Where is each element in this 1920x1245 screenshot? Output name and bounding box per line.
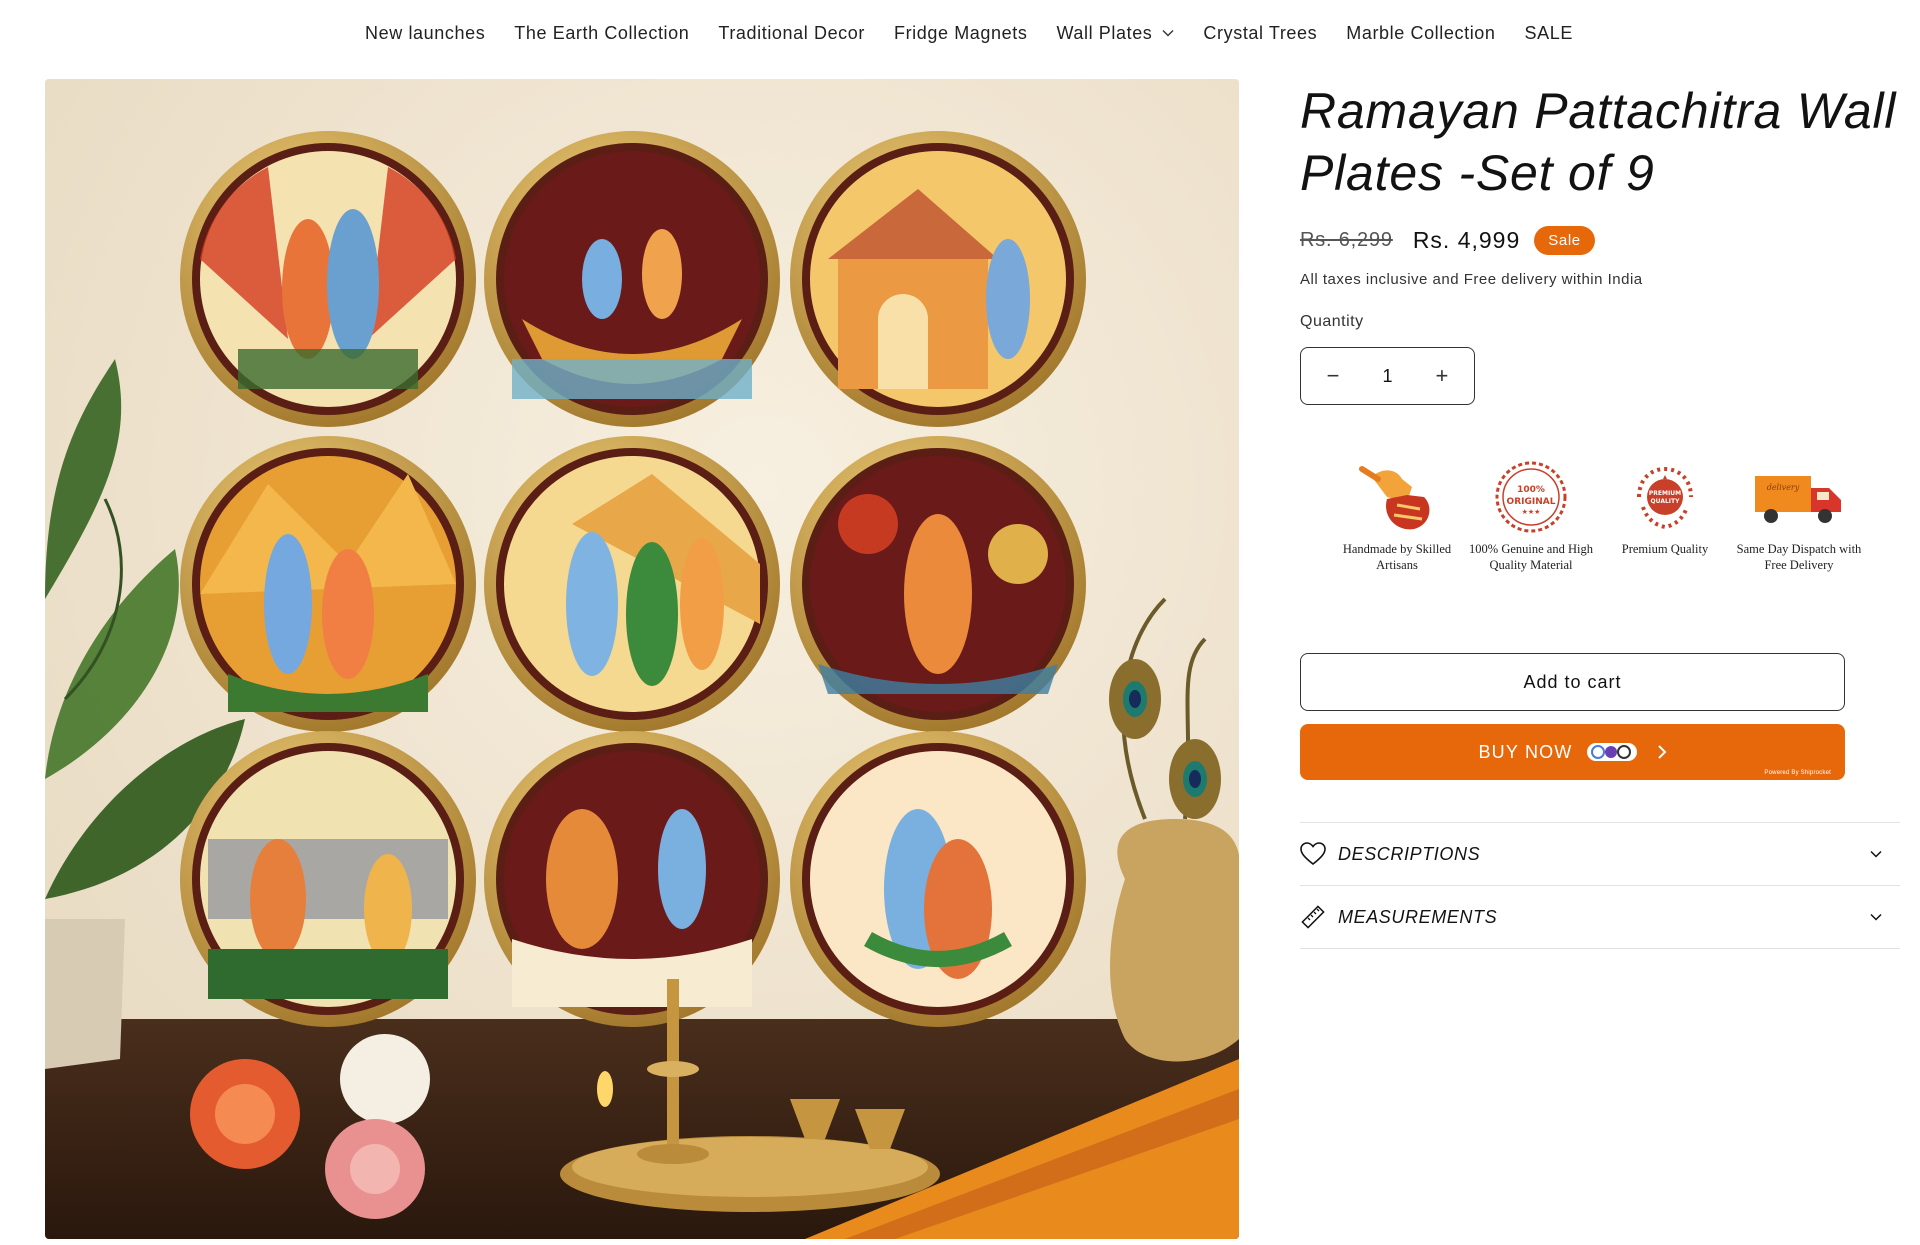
nav-item-traditional-decor[interactable]: Traditional Decor [704, 23, 880, 44]
badge-original-text: 100% Genuine and High Quality Material [1469, 542, 1593, 572]
heart-icon [1300, 842, 1326, 866]
accordion-measurements-label: MEASUREMENTS [1338, 906, 1498, 927]
quantity-decrease-button[interactable]: − [1321, 363, 1345, 389]
ruler-icon [1300, 904, 1326, 930]
nav-item-crystal-trees[interactable]: Crystal Trees [1189, 23, 1332, 44]
quantity-input[interactable]: 1 [1382, 366, 1392, 387]
nav-item-new-launches[interactable]: New launches [351, 23, 500, 44]
buy-now-button[interactable]: BUY NOW Powered By Shiprocket [1300, 724, 1845, 780]
product-accordion: DESCRIPTIONS MEASUREMENTS [1300, 822, 1900, 949]
nav-item-earth-collection[interactable]: The Earth Collection [500, 23, 704, 44]
svg-text:delivery: delivery [1767, 483, 1800, 492]
product-photo-illustration [45, 79, 1239, 1239]
svg-text:PREMIUM: PREMIUM [1649, 490, 1681, 497]
product-info: Ramayan Pattachitra Wall Plates -Set of … [1300, 80, 1900, 949]
badge-handmade: Handmade by Skilled Artisans [1330, 455, 1464, 573]
quantity-increase-button[interactable]: + [1430, 363, 1454, 389]
tax-note: All taxes inclusive and Free delivery wi… [1300, 271, 1643, 288]
chevron-down-icon [1870, 850, 1882, 858]
svg-text:QUALITY: QUALITY [1651, 498, 1681, 505]
nav-item-wall-plates[interactable]: Wall Plates [1042, 23, 1189, 44]
badge-delivery: delivery Same Day Dispatch with Free Del… [1732, 455, 1866, 573]
price-row: Rs. 6,299 Rs. 4,999 Sale [1300, 226, 1900, 255]
badge-delivery-text: Same Day Dispatch with Free Delivery [1736, 542, 1862, 572]
trust-badges: Handmade by Skilled Artisans 100% ORIGIN… [1330, 455, 1900, 573]
svg-text:★★★: ★★★ [1522, 508, 1541, 516]
accordion-measurements[interactable]: MEASUREMENTS [1300, 886, 1900, 949]
handmade-icon [1330, 455, 1464, 539]
top-navigation: New launches The Earth Collection Tradit… [0, 0, 1920, 66]
premium-quality-icon: PREMIUM QUALITY [1598, 455, 1732, 539]
plate-grid [180, 131, 1086, 1027]
svg-text:100%: 100% [1517, 485, 1545, 495]
nav-item-wall-plates-label: Wall Plates [1056, 22, 1153, 43]
accordion-descriptions-label: DESCRIPTIONS [1338, 843, 1481, 864]
original-price: Rs. 6,299 [1300, 229, 1393, 251]
add-to-cart-button[interactable]: Add to cart [1300, 653, 1845, 711]
nav-menu: New launches The Earth Collection Tradit… [351, 23, 1588, 44]
badge-handmade-text: Handmade by Skilled Artisans [1342, 542, 1452, 572]
badge-original: 100% ORIGINAL ★★★ 100% Genuine and High … [1464, 455, 1598, 573]
quantity-stepper: − 1 + [1300, 347, 1475, 405]
chevron-right-icon [1657, 745, 1667, 759]
buy-now-label: BUY NOW [1478, 741, 1573, 762]
badge-premium-text: Premium Quality [1621, 542, 1709, 556]
nav-item-sale[interactable]: SALE [1510, 23, 1587, 44]
product-image[interactable] [45, 79, 1239, 1239]
nav-item-fridge-magnets[interactable]: Fridge Magnets [879, 23, 1041, 44]
sale-price: Rs. 4,999 [1412, 227, 1521, 253]
payment-methods-icon [1586, 742, 1637, 762]
badge-premium: PREMIUM QUALITY Premium Quality [1598, 455, 1732, 573]
nav-item-marble-collection[interactable]: Marble Collection [1332, 23, 1510, 44]
quantity-label: Quantity [1300, 313, 1364, 330]
original-seal-icon: 100% ORIGINAL ★★★ [1464, 455, 1598, 539]
svg-text:ORIGINAL: ORIGINAL [1507, 497, 1556, 507]
product-title: Ramayan Pattachitra Wall Plates -Set of … [1300, 83, 1897, 201]
chevron-down-icon [1162, 29, 1174, 37]
accordion-descriptions[interactable]: DESCRIPTIONS [1300, 823, 1900, 886]
delivery-truck-icon: delivery [1732, 455, 1866, 539]
chevron-down-icon [1870, 913, 1882, 921]
powered-by-text: Powered By Shiprocket [1764, 770, 1831, 776]
sale-badge: Sale [1534, 226, 1595, 255]
